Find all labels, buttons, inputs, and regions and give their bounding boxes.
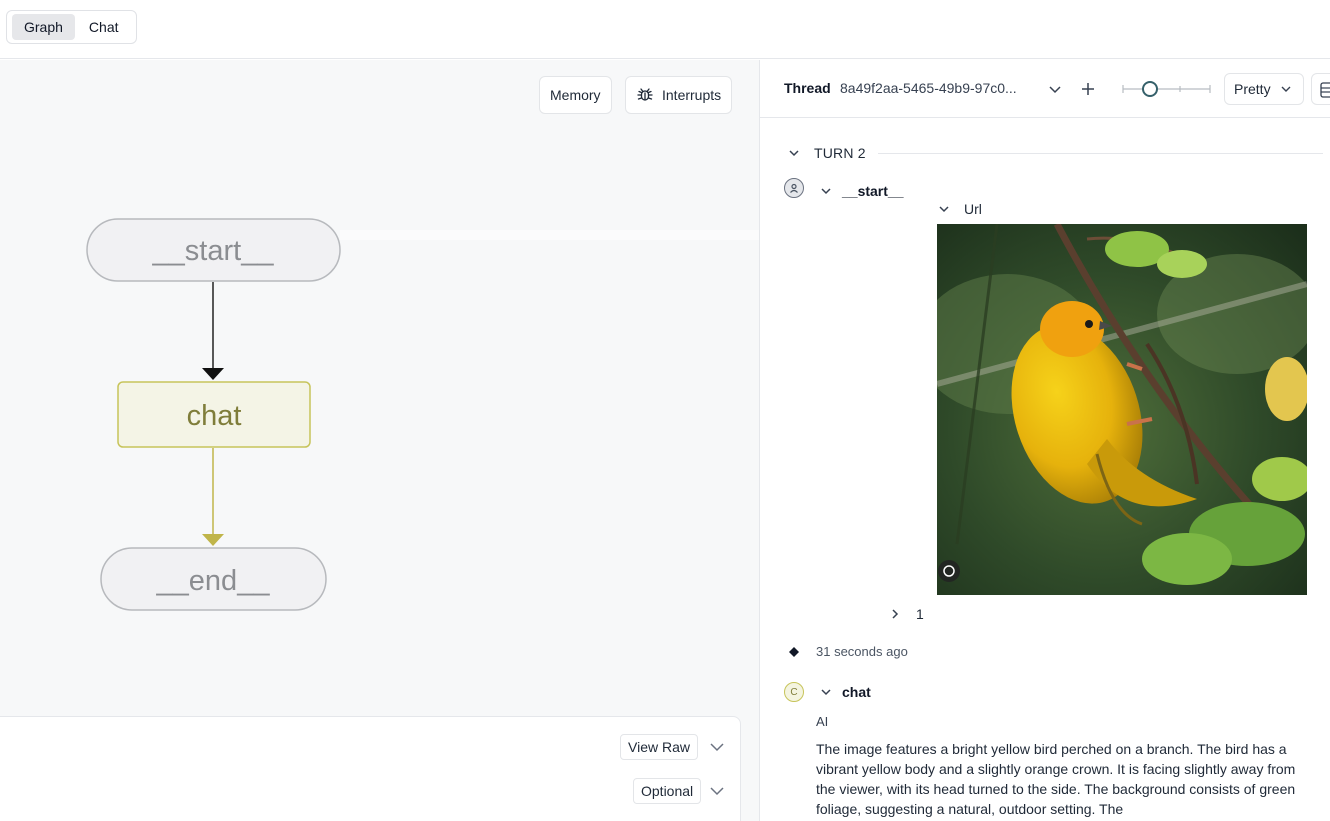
view-mode-label: Pretty — [1234, 81, 1271, 97]
thread-panel: Thread 8a49f2aa-5465-49b9-97c0... Pretty — [760, 60, 1330, 821]
chevron-down-icon[interactable] — [708, 782, 726, 800]
start-node-label: __start__ — [152, 235, 275, 267]
view-tabs: Graph Chat — [6, 10, 137, 44]
chevron-down-icon[interactable] — [819, 184, 833, 198]
thread-label: Thread — [784, 80, 831, 96]
top-bar: Graph Chat — [0, 0, 1330, 59]
start-node-name: __start__ — [842, 183, 904, 199]
user-avatar-icon — [784, 178, 804, 198]
thread-id[interactable]: 8a49f2aa-5465-49b9-97c0... — [840, 80, 1017, 96]
plus-icon[interactable] — [1080, 81, 1096, 97]
chevron-down-icon[interactable] — [937, 202, 951, 216]
input-panel: View Raw Optional — [0, 716, 741, 821]
chevron-right-icon[interactable] — [888, 607, 902, 621]
edge-start-chat-arrow — [202, 368, 224, 380]
interrupts-button[interactable]: Interrupts — [625, 76, 733, 114]
slider-thumb — [1142, 81, 1158, 97]
memory-button[interactable]: Memory — [539, 76, 612, 114]
chevron-down-icon[interactable] — [787, 146, 801, 160]
optional-button[interactable]: Optional — [633, 778, 702, 804]
ai-message-text: The image features a bright yellow bird … — [816, 741, 1296, 817]
memory-button-label: Memory — [550, 87, 601, 103]
graph-canvas: __start__ chat __end__ — [86, 218, 759, 611]
turn-divider — [878, 153, 1323, 154]
turn-label: TURN 2 — [814, 145, 866, 161]
graph-band — [340, 230, 759, 240]
view-mode-select[interactable]: Pretty — [1224, 73, 1304, 105]
chevron-down-icon[interactable] — [819, 685, 833, 699]
message-role: AI — [816, 714, 829, 729]
chat-node-label: chat — [187, 400, 242, 432]
collapsed-count: 1 — [916, 606, 924, 622]
database-button[interactable] — [1311, 73, 1330, 105]
turn-slider[interactable] — [1120, 77, 1212, 101]
url-field-label: Url — [964, 201, 982, 217]
bird-image — [937, 224, 1307, 595]
edge-chat-end-arrow — [202, 534, 224, 546]
view-raw-button[interactable]: View Raw — [620, 734, 698, 760]
chevron-down-icon — [1281, 86, 1291, 92]
checkpoint-diamond-icon — [789, 647, 799, 657]
tab-graph[interactable]: Graph — [12, 14, 75, 40]
thread-header: Thread 8a49f2aa-5465-49b9-97c0... Pretty — [760, 60, 1330, 118]
bug-icon — [637, 88, 653, 101]
chevron-down-icon[interactable] — [1047, 81, 1063, 97]
graph-panel: __start__ chat __end__ Memory Interrupts — [0, 60, 759, 821]
end-node-label: __end__ — [156, 565, 271, 597]
chevron-down-icon[interactable] — [708, 738, 726, 756]
interrupts-button-label: Interrupts — [662, 87, 722, 103]
tab-chat[interactable]: Chat — [77, 14, 131, 40]
database-icon — [1320, 82, 1330, 98]
chat-node-name: chat — [842, 684, 871, 700]
timestamp: 31 seconds ago — [816, 644, 908, 659]
chat-avatar: C — [784, 682, 804, 702]
